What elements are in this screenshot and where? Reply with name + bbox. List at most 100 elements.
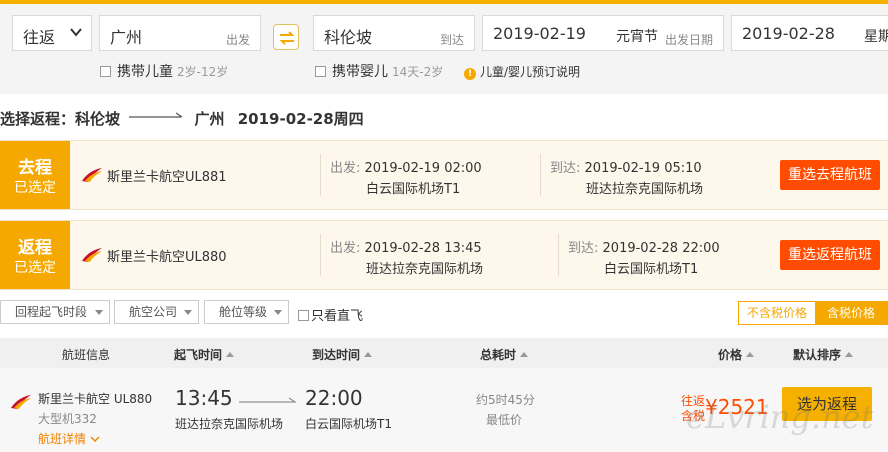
depart-date-field[interactable]: 2019-02-19 元宵节 出发日期 xyxy=(482,15,724,51)
header-dep-time[interactable]: 起飞时间 xyxy=(174,346,235,363)
dropdown-arrow-icon xyxy=(274,310,282,315)
reselect-return-button[interactable]: 重选返程航班 xyxy=(780,240,880,270)
airline-logo-icon xyxy=(82,248,102,262)
infant-age: 14天-2岁 xyxy=(392,65,444,79)
arr-label: 到达: xyxy=(568,241,599,256)
infant-option[interactable]: 携带婴儿 14天-2岁 xyxy=(315,61,443,81)
flight-arrow-icon xyxy=(239,397,297,403)
return-badge-title: 返程 xyxy=(18,238,52,258)
sort-icon xyxy=(226,352,235,357)
header-duration-label: 总耗时 xyxy=(480,348,517,362)
to-city-field[interactable]: 科伦坡 到达 xyxy=(313,15,475,51)
infant-label: 携带婴儿 xyxy=(332,64,388,80)
airline-filter[interactable]: 航空公司 xyxy=(114,300,199,324)
row-aircraft-model: 大型机332 xyxy=(38,412,97,426)
outbound-arr-time: 2019-02-19 05:10 xyxy=(584,161,702,176)
row-arr-airport: 白云国际机场T1 xyxy=(305,417,392,431)
outbound-arr-airport: 班达拉奈克国际机场 xyxy=(586,182,704,197)
row-airline: 斯里兰卡航空 UL880 xyxy=(38,392,153,406)
outbound-arr-line: 到达: 2019-02-19 05:10 xyxy=(550,157,702,176)
child-option[interactable]: 携带儿童 2岁-12岁 xyxy=(100,61,228,81)
divider xyxy=(540,154,541,196)
dep-label: 出发: xyxy=(330,161,361,176)
return-selected-card: 返程 已选定 斯里兰卡航空UL880 出发: 2019-02-28 13:45 … xyxy=(0,220,888,290)
outbound-badge-title: 去程 xyxy=(18,158,52,178)
header-arr-time[interactable]: 到达时间 xyxy=(312,346,373,363)
return-arr-line: 到达: 2019-02-28 22:00 xyxy=(568,237,720,256)
heading-to-city: 广州 xyxy=(194,110,225,128)
child-label: 携带儿童 xyxy=(117,64,173,80)
divider xyxy=(320,154,321,196)
header-sort-label: 默认排序 xyxy=(793,348,842,362)
return-badge: 返程 已选定 xyxy=(0,221,70,289)
to-city-value: 科伦坡 xyxy=(324,28,373,47)
header-sort[interactable]: 默认排序 xyxy=(793,346,854,363)
to-city-hint: 到达 xyxy=(439,33,464,47)
outbound-dep-time: 2019-02-19 02:00 xyxy=(364,161,482,176)
price-excl-tax-option[interactable]: 不含税价格 xyxy=(739,302,815,324)
header-price[interactable]: 价格 xyxy=(718,346,755,363)
long-arrow-icon xyxy=(129,112,183,118)
return-date-field[interactable]: 2019-02-28 星期 xyxy=(731,15,888,51)
row-dep-time: 13:45 xyxy=(175,386,233,410)
depart-holiday: 元宵节 xyxy=(616,29,658,45)
watermark: eLvring.net xyxy=(686,398,874,436)
outbound-badge: 去程 已选定 xyxy=(0,141,70,209)
reselect-outbound-button[interactable]: 重选去程航班 xyxy=(780,160,880,190)
return-badge-status: 已选定 xyxy=(14,260,56,276)
departure-period-label: 回程起飞时段 xyxy=(15,305,88,319)
direct-only-checkbox[interactable] xyxy=(298,310,309,321)
return-dep-time: 2019-02-28 13:45 xyxy=(364,241,482,256)
sort-icon xyxy=(364,352,373,357)
row-lowest-tag: 最低价 xyxy=(486,413,523,427)
depart-date-value: 2019-02-19 xyxy=(493,24,586,43)
row-duration: 约5时45分 xyxy=(476,393,535,407)
sort-icon xyxy=(845,352,854,357)
arr-label: 到达: xyxy=(550,161,581,176)
return-arr-time: 2019-02-28 22:00 xyxy=(602,241,720,256)
price-incl-tax-option[interactable]: 含税价格 xyxy=(815,302,887,324)
price-mode-toggle: 不含税价格 含税价格 xyxy=(738,301,888,325)
trip-type-select[interactable]: 往返 xyxy=(12,15,92,51)
dropdown-arrow-icon xyxy=(95,310,103,315)
header-dep-time-label: 起飞时间 xyxy=(174,348,223,362)
cabin-filter[interactable]: 舱位等级 xyxy=(204,300,289,324)
airline-logo-icon xyxy=(82,168,102,182)
from-city-field[interactable]: 广州 出发 xyxy=(99,15,261,51)
dropdown-arrow-icon xyxy=(184,310,192,315)
direct-only-label: 只看直飞 xyxy=(311,309,364,324)
airline-filter-label: 航空公司 xyxy=(129,305,178,319)
chevron-down-icon xyxy=(70,28,82,37)
flight-detail-link[interactable]: 航班详情 xyxy=(38,430,100,447)
swap-cities-button[interactable] xyxy=(273,24,299,50)
outbound-dep-line: 出发: 2019-02-19 02:00 xyxy=(330,157,482,176)
flight-detail-label: 航班详情 xyxy=(38,432,87,446)
heading-prefix: 选择返程：科伦坡 xyxy=(0,110,121,128)
dep-label: 出发: xyxy=(330,241,361,256)
divider xyxy=(320,234,321,276)
child-infant-info-text: 儿童/婴儿预订说明 xyxy=(480,65,581,79)
infant-checkbox[interactable] xyxy=(315,66,326,77)
sort-icon xyxy=(520,352,529,357)
divider xyxy=(558,234,559,276)
child-infant-info-link[interactable]: ! 儿童/婴儿预订说明 xyxy=(464,63,580,83)
from-city-value: 广州 xyxy=(110,28,143,47)
departure-period-filter[interactable]: 回程起飞时段 xyxy=(0,300,110,324)
return-weekday: 星期 xyxy=(864,29,888,45)
header-flight-info: 航班信息 xyxy=(62,348,111,362)
trip-type-value: 往返 xyxy=(23,28,56,47)
row-dep-airport: 班达拉奈克国际机场 xyxy=(175,417,284,431)
swap-icon xyxy=(279,31,295,45)
from-city-hint: 出发 xyxy=(225,33,250,47)
return-dep-line: 出发: 2019-02-28 13:45 xyxy=(330,237,482,256)
child-age: 2岁-12岁 xyxy=(177,65,229,79)
return-arr-airport: 白云国际机场T1 xyxy=(604,262,699,277)
child-checkbox[interactable] xyxy=(100,66,111,77)
info-icon: ! xyxy=(464,68,476,80)
direct-only-toggle[interactable]: 只看直飞 xyxy=(298,305,363,324)
header-duration[interactable]: 总耗时 xyxy=(480,346,529,363)
results-table-header: 航班信息 起飞时间 到达时间 总耗时 价格 默认排序 xyxy=(0,338,888,368)
return-airline: 斯里兰卡航空UL880 xyxy=(107,250,227,265)
return-dep-airport: 班达拉奈克国际机场 xyxy=(366,262,484,277)
row-arr-time: 22:00 xyxy=(305,386,363,410)
